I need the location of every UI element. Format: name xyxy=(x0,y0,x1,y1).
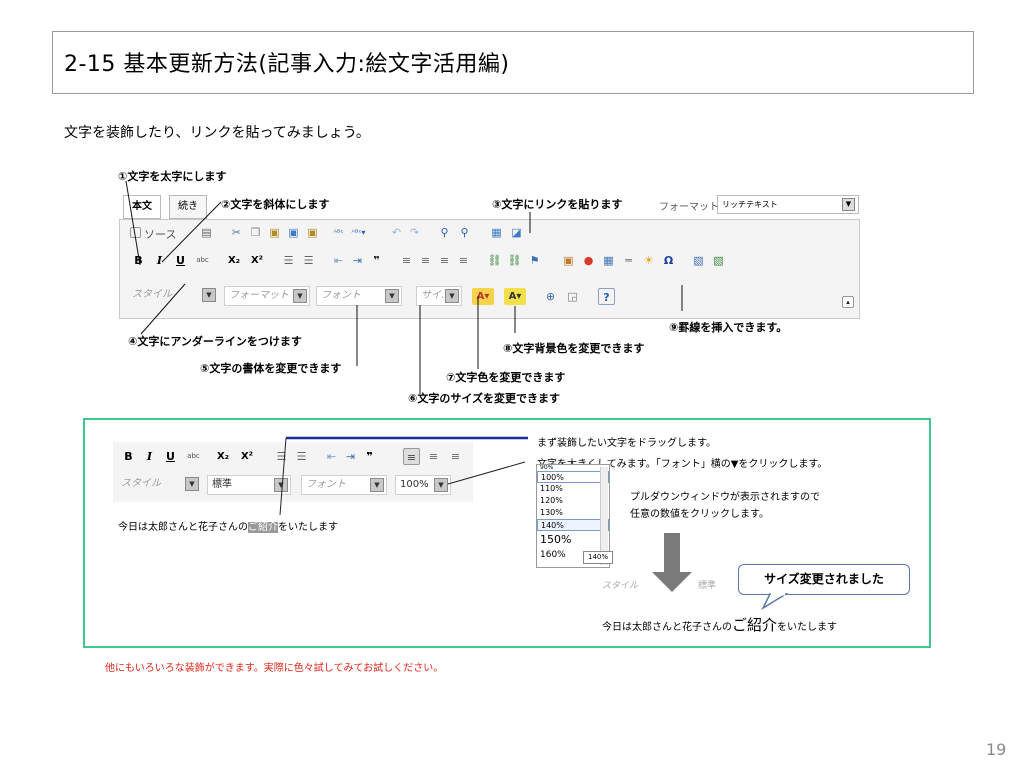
result-text: 今日は太郎さんと花子さんのご紹介をいたします xyxy=(602,614,837,635)
footer-note: 他にもいろいろな装飾ができます。実際に色々試してみてお試しください。 xyxy=(105,663,444,674)
page-number: 19 xyxy=(986,740,1007,759)
result-text-after: をいたします xyxy=(777,622,838,633)
result-text-before: 今日は太郎さんと花子さんの xyxy=(602,622,732,633)
result-text-big: ご紹介 xyxy=(732,616,778,634)
callout-tail xyxy=(761,592,789,610)
